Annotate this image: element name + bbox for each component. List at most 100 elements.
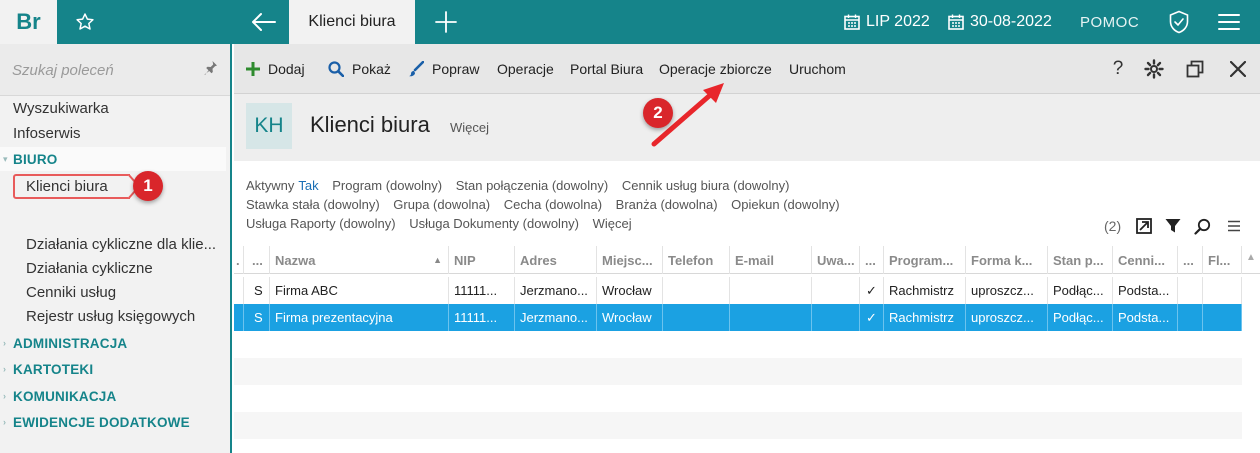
column-header[interactable]: Fl...: [1203, 246, 1242, 274]
list-menu-icon[interactable]: [1224, 216, 1244, 236]
table-cell: Wrocław: [597, 277, 663, 304]
table-row-selected[interactable]: S Firma prezentacyjna 11111... Jerzmano.…: [234, 304, 1242, 331]
edit-button[interactable]: Popraw: [408, 44, 479, 94]
column-header[interactable]: E-mail: [730, 246, 812, 274]
portal-biura-menu[interactable]: Portal Biura: [570, 44, 643, 94]
magnifier-icon: [328, 61, 344, 77]
command-search-input[interactable]: [12, 58, 192, 82]
table-row[interactable]: S Firma ABC 11111... Jerzmano... Wrocław…: [234, 277, 1242, 304]
sidebar-item-infoserwis[interactable]: Infoserwis: [0, 121, 230, 145]
add-button[interactable]: Dodaj: [246, 44, 305, 94]
date-selector[interactable]: 30-08-2022: [948, 0, 1052, 44]
filter-program[interactable]: Program (dowolny): [332, 178, 442, 193]
date-label: 30-08-2022: [970, 13, 1052, 30]
table-cell: [1178, 277, 1203, 304]
sidebar-group-biuro[interactable]: ▾ BIURO: [0, 147, 226, 171]
column-header[interactable]: NIP: [449, 246, 515, 274]
toolbar: Dodaj Pokaż Popraw Operacje Portal Biura…: [234, 44, 1260, 94]
column-header-nazwa[interactable]: Nazwa ▲: [270, 246, 449, 274]
shield-icon[interactable]: [1164, 0, 1194, 44]
column-header[interactable]: ...: [244, 246, 270, 274]
new-tab-plus-icon[interactable]: [424, 0, 468, 44]
caret-down-icon: ▾: [3, 153, 8, 164]
sidebar-item-label: Klienci biura: [26, 178, 108, 195]
sidebar-group-ewidencje-dodatkowe[interactable]: › EWIDENCJE DODATKOWE: [0, 410, 230, 434]
operations-menu[interactable]: Operacje: [497, 44, 554, 94]
filter-stawka-stala[interactable]: Stawka stała (dowolny): [246, 197, 380, 212]
filter-opiekun[interactable]: Opiekun (dowolny): [731, 197, 839, 212]
column-header[interactable]: Telefon: [663, 246, 730, 274]
sidebar-item-dzialania-cykliczne[interactable]: Działania cykliczne: [0, 256, 230, 280]
sidebar-item-dzialania-cykliczne-dla-klientow[interactable]: Działania cykliczne dla klie...: [0, 232, 230, 256]
sidebar-group-kartoteki[interactable]: › KARTOTEKI: [0, 357, 230, 381]
table-cell: Podłąc...: [1048, 277, 1113, 304]
settings-gear-icon[interactable]: [1142, 57, 1166, 81]
scroll-up-icon[interactable]: ▲: [1246, 252, 1256, 263]
pin-icon[interactable]: [204, 60, 218, 81]
table-header: . ... Nazwa ▲ NIP Adres Miejsc... Telefo…: [234, 246, 1260, 274]
filter-usluga-raporty[interactable]: Usługa Raporty (dowolny): [246, 216, 396, 231]
column-header[interactable]: Uwa...: [812, 246, 860, 274]
close-icon[interactable]: [1226, 57, 1250, 81]
filter-more-link[interactable]: Więcej: [593, 216, 632, 231]
column-header[interactable]: ...: [860, 246, 884, 274]
column-header[interactable]: Program...: [884, 246, 966, 274]
filter-aktywny[interactable]: Aktywny Tak: [246, 178, 319, 193]
step-marker-1: 1: [133, 171, 163, 201]
search-icon[interactable]: [1192, 216, 1212, 236]
filter-grupa[interactable]: Grupa (dowolna): [393, 197, 490, 212]
filter-stan-polaczenia[interactable]: Stan połączenia (dowolny): [456, 178, 608, 193]
app-logo[interactable]: Br: [0, 0, 57, 44]
sidebar-item-wyszukiwarka[interactable]: Wyszukiwarka: [0, 96, 230, 120]
column-header[interactable]: Stan p...: [1048, 246, 1113, 274]
sidebar-group-administracja[interactable]: › ADMINISTRACJA: [0, 331, 230, 355]
module-badge: KH: [246, 103, 292, 149]
column-header[interactable]: ...: [1178, 246, 1203, 274]
table-cell: [1203, 277, 1242, 304]
column-header-label: Nazwa: [275, 252, 316, 268]
table-cell: Wrocław: [597, 304, 663, 331]
filter-branza[interactable]: Branża (dowolna): [616, 197, 718, 212]
more-link[interactable]: Więcej: [450, 120, 489, 135]
page-header: KH Klienci biura Więcej: [234, 94, 1260, 161]
empty-row: [234, 358, 1242, 385]
sidebar-group-komunikacja[interactable]: › KOMUNIKACJA: [0, 384, 230, 408]
help-menu[interactable]: POMOC: [1080, 0, 1139, 44]
filter-cennik-uslug[interactable]: Cennik usług biura (dowolny): [622, 178, 790, 193]
filter-cecha[interactable]: Cecha (dowolna): [504, 197, 602, 212]
export-icon[interactable]: [1134, 216, 1154, 236]
favorites-star-icon[interactable]: [57, 0, 113, 44]
tab-klienci-biura[interactable]: Klienci biura: [289, 0, 415, 44]
record-count: (2): [1104, 218, 1122, 234]
show-button[interactable]: Pokaż: [328, 44, 391, 94]
hamburger-menu-icon[interactable]: [1214, 0, 1244, 44]
column-header[interactable]: Adres: [515, 246, 597, 274]
table-cell: [1178, 304, 1203, 331]
column-header[interactable]: Miejsc...: [597, 246, 663, 274]
column-header[interactable]: Forma k...: [966, 246, 1048, 274]
table-cell: [1203, 304, 1242, 331]
column-header[interactable]: Cenni...: [1113, 246, 1178, 274]
year-selector[interactable]: LIP 2022: [844, 0, 930, 44]
filter-row-3: Usługa Raporty (dowolny) Usługa Dokument…: [246, 216, 642, 231]
sort-ascending-icon: ▲: [433, 255, 442, 265]
sidebar-item-rejestr-uslug[interactable]: Rejestr usług księgowych: [0, 304, 230, 328]
table-cell: Jerzmano...: [515, 277, 597, 304]
back-arrow-icon[interactable]: [238, 0, 288, 44]
filter-funnel-icon[interactable]: [1163, 216, 1183, 236]
sidebar-item-klienci-biura[interactable]: Klienci biura: [14, 174, 129, 199]
table-cell: [812, 277, 860, 304]
table-cell: uproszcz...: [966, 304, 1048, 331]
sidebar-item-cenniki-uslug[interactable]: Cenniki usług: [0, 280, 230, 304]
table-cell: [663, 304, 730, 331]
column-header[interactable]: .: [234, 246, 244, 274]
run-menu[interactable]: Uruchom: [789, 44, 846, 94]
table-cell: Rachmistrz: [884, 304, 966, 331]
help-question-button[interactable]: ?: [1106, 57, 1130, 81]
filter-usluga-dokumenty[interactable]: Usługa Dokumenty (dowolny): [409, 216, 579, 231]
sidebar-group-label: BIURO: [13, 151, 58, 167]
restore-window-icon[interactable]: [1183, 57, 1207, 81]
table-cell: [234, 304, 244, 331]
sidebar-item-label: Działania cykliczne: [26, 259, 153, 277]
table-cell: Rachmistrz: [884, 277, 966, 304]
